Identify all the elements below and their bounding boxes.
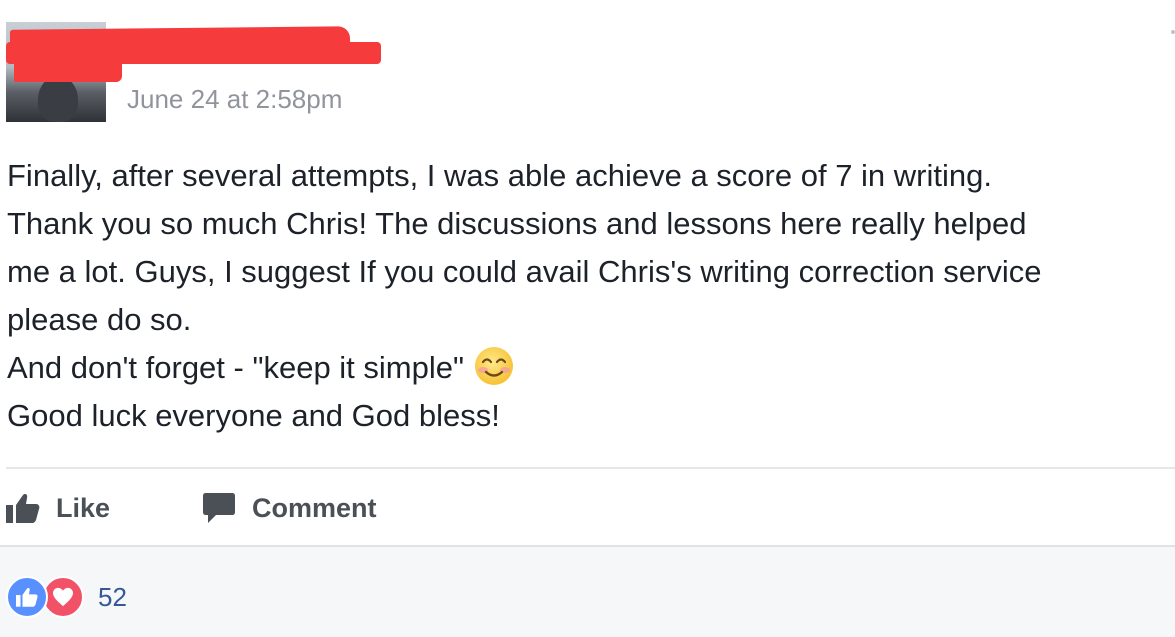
post-line: And don't forget - "keep it simple": [7, 350, 464, 385]
post-line-with-emoji: And don't forget - "keep it simple": [7, 344, 1175, 392]
redacted-author-name: [14, 58, 122, 82]
like-button[interactable]: Like: [6, 488, 110, 528]
smiling-face-icon: [474, 346, 514, 386]
post-line: Good luck everyone and God bless!: [7, 398, 500, 433]
post-timestamp[interactable]: June 24 at 2:58pm: [127, 84, 342, 115]
post-body: Finally, after several attempts, I was a…: [7, 152, 1175, 440]
avatar-silhouette: [38, 76, 78, 122]
post-options-icon[interactable]: [1171, 30, 1175, 34]
thumbs-up-icon: [6, 493, 40, 523]
reaction-count[interactable]: 52: [98, 582, 127, 613]
post-line: please do so.: [7, 302, 192, 337]
post-line: me a lot. Guys, I suggest If you could a…: [7, 254, 1042, 289]
post-line: Thank you so much Chris! The discussions…: [7, 206, 1027, 241]
comment-bubble-icon: [202, 492, 236, 524]
post-line: Finally, after several attempts, I was a…: [7, 158, 992, 193]
like-label: Like: [56, 492, 111, 523]
like-reaction-icon: [6, 576, 48, 618]
reactions-footer: 52: [0, 545, 1175, 637]
love-reaction-icon: [42, 576, 84, 618]
actions-divider: [6, 467, 1175, 469]
facebook-post: June 24 at 2:58pm Finally, after several…: [0, 0, 1175, 637]
reaction-summary[interactable]: 52: [6, 576, 127, 618]
comment-label: Comment: [252, 492, 377, 523]
comment-button[interactable]: Comment: [202, 488, 377, 528]
